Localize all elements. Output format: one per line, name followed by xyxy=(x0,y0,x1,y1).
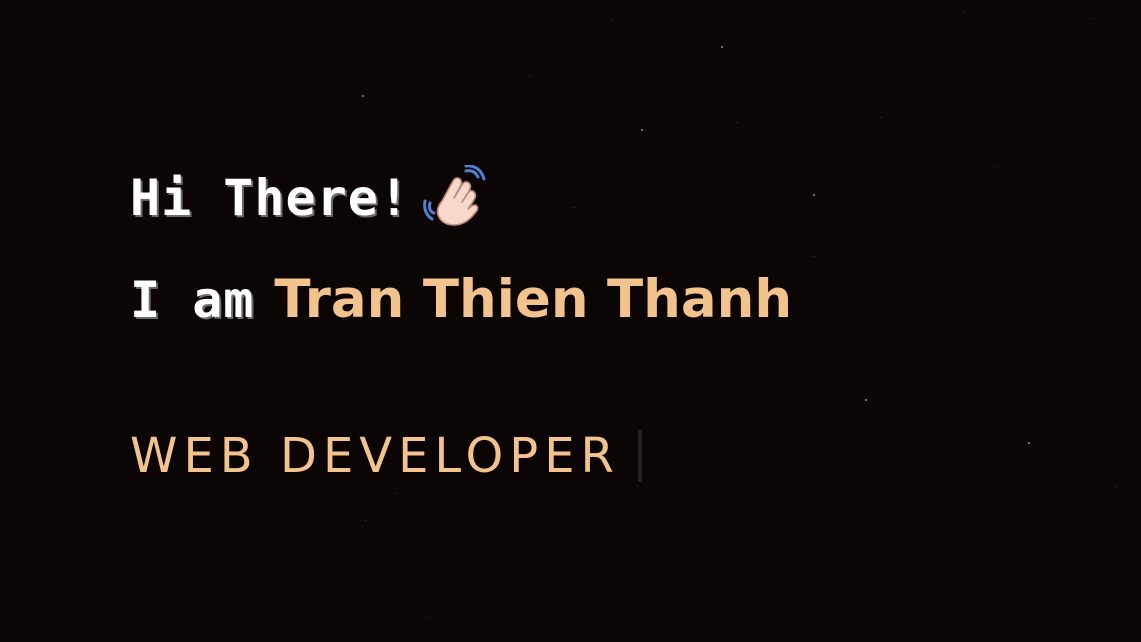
star xyxy=(964,11,965,12)
star xyxy=(880,117,881,118)
star xyxy=(994,166,995,167)
star xyxy=(574,207,575,208)
role-line: WEB DEVELOPER xyxy=(130,424,642,488)
star xyxy=(362,95,364,97)
role-text: WEB DEVELOPER xyxy=(130,428,620,484)
star xyxy=(814,256,815,257)
star xyxy=(1090,18,1091,19)
intro-line: I am Tran Thien Thanh xyxy=(130,270,792,334)
typing-cursor xyxy=(637,430,642,482)
star xyxy=(1116,486,1117,487)
star xyxy=(641,129,643,131)
star xyxy=(365,520,366,521)
star xyxy=(529,75,530,76)
greeting-line: Hi There! xyxy=(130,164,488,232)
developer-name: Tran Thien Thanh xyxy=(274,269,793,330)
star xyxy=(612,20,613,21)
star xyxy=(736,122,737,123)
waving-hand-icon xyxy=(423,165,486,226)
star xyxy=(865,399,867,401)
star xyxy=(426,617,427,618)
star xyxy=(1028,442,1030,444)
star xyxy=(395,493,396,494)
hero-section: Hi There! I am Tran Thien Thanh WEB DEVE… xyxy=(0,0,1141,642)
intro-prefix: I am xyxy=(130,271,255,329)
star xyxy=(721,46,723,48)
greeting-text: Hi There! xyxy=(130,169,410,227)
star xyxy=(813,194,815,196)
